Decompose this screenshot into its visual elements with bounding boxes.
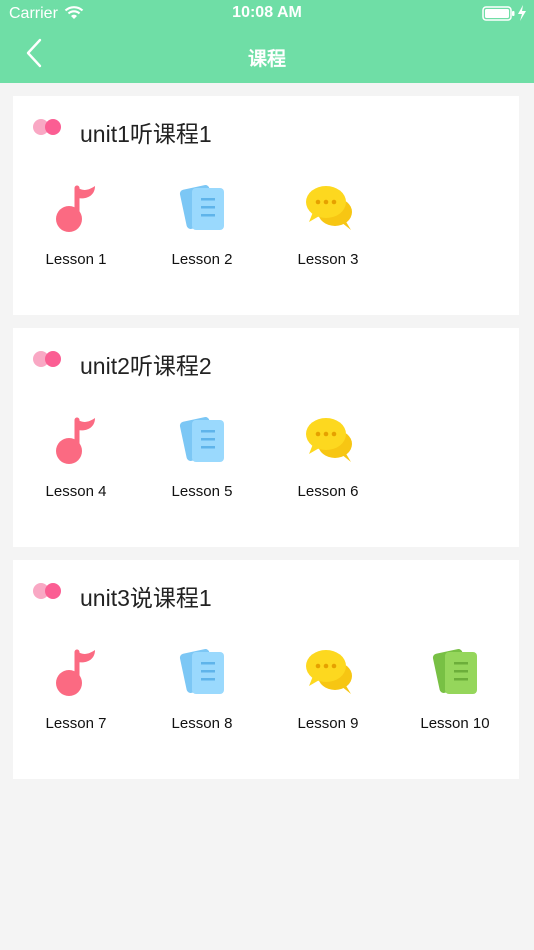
lesson-item[interactable]: Lesson 6: [273, 410, 383, 510]
lesson-label: Lesson 4: [45, 483, 107, 500]
unit-title: unit3说课程1: [80, 585, 212, 611]
music-note-icon: [53, 182, 103, 234]
unit-dots-icon: [32, 118, 64, 136]
lesson-item[interactable]: Lesson 9: [273, 642, 383, 742]
lesson-label: Lesson 10: [420, 715, 490, 732]
document-icon: [179, 646, 229, 698]
lesson-label: Lesson 6: [297, 483, 359, 500]
lesson-label: Lesson 7: [45, 715, 107, 732]
unit-header: unit1听课程1: [13, 96, 519, 160]
unit-dots-icon: [32, 582, 64, 600]
document-icon: [179, 182, 229, 234]
status-time: 10:08 AM: [232, 4, 302, 21]
green-document-icon: [432, 646, 482, 698]
lesson-label: Lesson 5: [171, 483, 233, 500]
music-note-icon: [53, 414, 103, 466]
lesson-label: Lesson 9: [297, 715, 359, 732]
battery-icon: [482, 6, 515, 21]
chat-bubble-icon: [305, 646, 355, 698]
lesson-label: Lesson 2: [171, 251, 233, 268]
music-note-icon: [53, 646, 103, 698]
page-title: 课程: [247, 49, 286, 70]
document-icon: [179, 414, 229, 466]
unit-card: unit3说课程1 Lesson 7 Lesson 8 Lesson 9 Les…: [13, 560, 519, 779]
unit-title: unit2听课程2: [80, 353, 212, 379]
lesson-item[interactable]: Lesson 1: [21, 178, 131, 278]
lesson-item[interactable]: Lesson 3: [273, 178, 383, 278]
lesson-item[interactable]: Lesson 2: [147, 178, 257, 278]
lesson-label: Lesson 8: [171, 715, 233, 732]
unit-title: unit1听课程1: [80, 121, 212, 147]
unit-dots-icon: [32, 350, 64, 368]
lesson-item[interactable]: Lesson 4: [21, 410, 131, 510]
unit-card: unit2听课程2 Lesson 4 Lesson 5 Lesson 6: [13, 328, 519, 547]
unit-header: unit2听课程2: [13, 328, 519, 392]
lesson-item[interactable]: Lesson 7: [21, 642, 131, 742]
lesson-item[interactable]: Lesson 8: [147, 642, 257, 742]
lesson-item[interactable]: Lesson 10: [400, 642, 510, 742]
app-header: Carrier 10:08 AM 课程: [0, 0, 534, 83]
unit-header: unit3说课程1: [13, 560, 519, 624]
status-bar: Carrier 10:08 AM: [0, 0, 534, 28]
chat-bubble-icon: [305, 414, 355, 466]
chat-bubble-icon: [305, 182, 355, 234]
lesson-item[interactable]: Lesson 5: [147, 410, 257, 510]
lesson-label: Lesson 3: [297, 251, 359, 268]
charging-icon: [518, 5, 526, 21]
lesson-label: Lesson 1: [45, 251, 107, 268]
unit-card: unit1听课程1 Lesson 1 Lesson 2 Lesson 3: [13, 96, 519, 315]
